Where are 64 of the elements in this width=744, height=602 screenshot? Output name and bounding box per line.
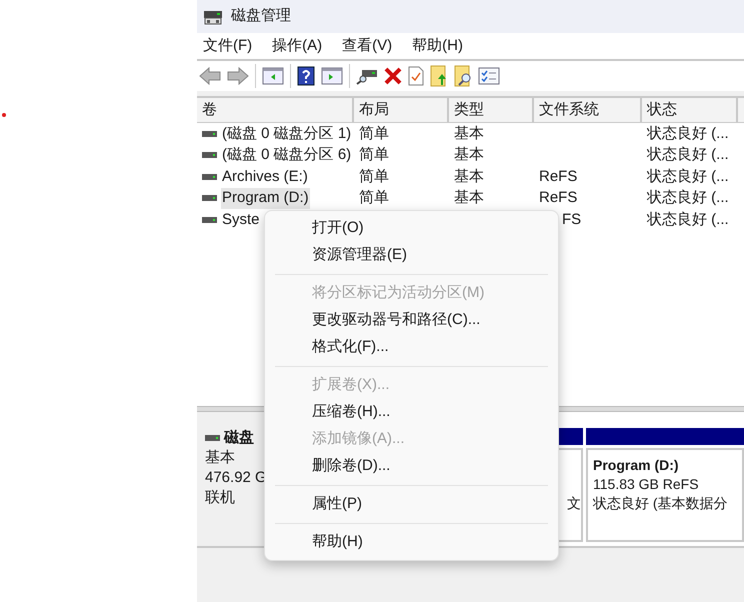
drive-icon xyxy=(202,174,217,180)
column-header[interactable]: 布局 xyxy=(354,98,449,122)
column-header[interactable]: 文件系统 xyxy=(534,98,642,122)
pane-icon[interactable] xyxy=(262,67,284,85)
drive-icon xyxy=(205,435,220,441)
drive-icon xyxy=(202,216,217,223)
window-title: 磁盘管理 xyxy=(231,6,291,26)
folder-up-icon[interactable] xyxy=(430,65,448,87)
volume-name[interactable]: Archives (E:) xyxy=(221,166,309,188)
column-header[interactable]: 类型 xyxy=(449,98,534,122)
drive-icon xyxy=(202,195,217,202)
menu-item[interactable]: 操作(A) xyxy=(272,34,322,58)
drive-icon xyxy=(202,152,217,158)
table-cell-text: ReFS xyxy=(539,166,578,186)
partition-info: 状态良好 (基本数据分 xyxy=(593,494,729,513)
partition-title: Program (D:) xyxy=(593,456,680,475)
table-cell-text: 简单 xyxy=(359,124,389,144)
forward-icon[interactable] xyxy=(227,67,249,85)
volume-name[interactable]: Program (D:) xyxy=(221,188,310,209)
disk-name: 磁盘 xyxy=(224,428,254,448)
menu-item[interactable]: 压缩卷(H)... xyxy=(265,399,558,426)
partition-info: 115.83 GB ReFS xyxy=(593,475,700,494)
menu-item[interactable]: 格式化(F)... xyxy=(265,334,558,361)
table-cell-text: 基本 xyxy=(454,188,484,208)
table-cell-text: 状态良好 (... xyxy=(647,210,729,230)
column-header[interactable]: 卷 xyxy=(197,98,354,122)
table-cell-text: ReFS xyxy=(539,188,578,208)
menu-item[interactable]: 属性(P) xyxy=(265,491,558,518)
menu-item[interactable]: 删除卷(D)... xyxy=(265,453,558,480)
drive-icon xyxy=(202,130,217,137)
pane-icon[interactable] xyxy=(321,67,343,85)
disk-type: 基本 xyxy=(205,448,236,468)
menu-item[interactable]: 帮助(H) xyxy=(265,529,558,556)
menu-item[interactable]: 帮助(H) xyxy=(412,34,463,58)
checklist-icon[interactable] xyxy=(478,67,500,85)
partition-block[interactable]: Program (D:) 115.83 GB ReFS 状态良好 (基本数据分 xyxy=(586,448,744,542)
column-header[interactable]: 状态 xyxy=(642,98,738,122)
drive-icon[interactable] xyxy=(356,67,378,85)
menu-item[interactable]: 资源管理器(E) xyxy=(265,242,558,269)
table-cell-text: 基本 xyxy=(454,145,484,165)
table-cell-text: 状态良好 (... xyxy=(647,145,729,165)
volume-name[interactable]: (磁盘 0 磁盘分区 1) xyxy=(221,123,352,144)
table-cell-text: 状态良好 (... xyxy=(647,124,729,144)
table-cell-text: 简单 xyxy=(359,145,389,165)
help-icon[interactable] xyxy=(297,66,315,86)
back-icon[interactable] xyxy=(199,67,221,85)
folder-search-icon[interactable] xyxy=(454,65,472,87)
table-cell-text: 简单 xyxy=(359,188,389,208)
table-cell-text: FS xyxy=(562,210,582,230)
table-cell-text: 简单 xyxy=(359,166,389,186)
menu-item[interactable]: 打开(O) xyxy=(265,215,558,242)
partition-info: 文 xyxy=(567,494,581,513)
table-cell-text: 状态良好 (... xyxy=(647,166,729,186)
table-cell-text: 基本 xyxy=(454,166,484,186)
menu-item[interactable]: 文件(F) xyxy=(203,34,252,58)
checked-document-icon[interactable] xyxy=(408,66,424,86)
disk-status: 联机 xyxy=(205,488,236,508)
delete-icon[interactable] xyxy=(384,67,402,85)
table-cell-text: 基本 xyxy=(454,124,484,144)
menu-item[interactable]: 更改驱动器号和路径(C)... xyxy=(265,307,558,334)
menu-item[interactable]: 查看(V) xyxy=(342,34,392,58)
volume-name[interactable]: (磁盘 0 磁盘分区 6) xyxy=(221,144,352,166)
table-cell-text: 状态良好 (... xyxy=(647,188,729,208)
volume-name[interactable]: Syste xyxy=(221,209,261,230)
